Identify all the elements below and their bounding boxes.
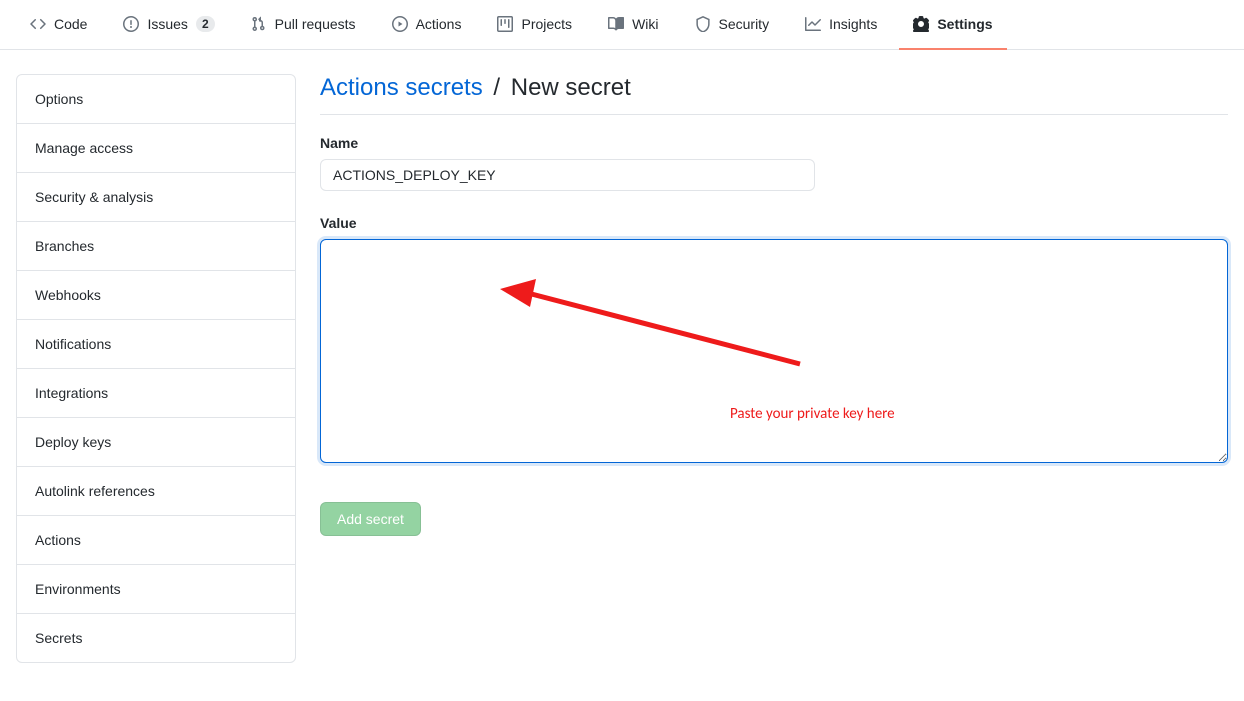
- tab-projects[interactable]: Projects: [483, 0, 586, 50]
- sidebar-item-options[interactable]: Options: [17, 75, 295, 124]
- book-icon: [608, 16, 624, 32]
- tab-label: Settings: [937, 16, 992, 32]
- tab-label: Security: [719, 16, 770, 32]
- tab-label: Insights: [829, 16, 877, 32]
- pull-request-icon: [251, 16, 267, 32]
- repo-tabnav: Code Issues 2 Pull requests Actions Proj…: [0, 0, 1244, 50]
- sidebar-item-label: Security & analysis: [35, 189, 153, 205]
- tab-security[interactable]: Security: [681, 0, 784, 50]
- sidebar-item-environments[interactable]: Environments: [17, 565, 295, 614]
- sidebar-item-label: Deploy keys: [35, 434, 111, 450]
- tab-label: Pull requests: [275, 16, 356, 32]
- graph-icon: [805, 16, 821, 32]
- sidebar-item-label: Manage access: [35, 140, 133, 156]
- sidebar-item-autolink-references[interactable]: Autolink references: [17, 467, 295, 516]
- sidebar-item-deploy-keys[interactable]: Deploy keys: [17, 418, 295, 467]
- shield-icon: [695, 16, 711, 32]
- tab-label: Projects: [521, 16, 572, 32]
- sidebar-item-label: Actions: [35, 532, 81, 548]
- page-title: Actions secrets / New secret: [320, 74, 1228, 115]
- secret-value-textarea[interactable]: [320, 239, 1228, 463]
- tab-label: Code: [54, 16, 87, 32]
- sidebar-item-actions[interactable]: Actions: [17, 516, 295, 565]
- issue-icon: [123, 16, 139, 32]
- tab-actions[interactable]: Actions: [378, 0, 476, 50]
- sidebar-item-label: Options: [35, 91, 83, 107]
- sidebar-item-webhooks[interactable]: Webhooks: [17, 271, 295, 320]
- settings-sidebar: Options Manage access Security & analysi…: [16, 74, 296, 663]
- add-secret-button[interactable]: Add secret: [320, 502, 421, 536]
- tab-code[interactable]: Code: [16, 0, 101, 50]
- breadcrumb-link[interactable]: Actions secrets: [320, 74, 483, 101]
- sidebar-item-manage-access[interactable]: Manage access: [17, 124, 295, 173]
- issues-count-badge: 2: [196, 16, 215, 32]
- tab-wiki[interactable]: Wiki: [594, 0, 672, 50]
- value-label: Value: [320, 215, 1228, 231]
- sidebar-item-branches[interactable]: Branches: [17, 222, 295, 271]
- sidebar-item-label: Notifications: [35, 336, 111, 352]
- sidebar-item-secrets[interactable]: Secrets: [17, 614, 295, 662]
- gear-icon: [913, 16, 929, 32]
- tab-label: Actions: [416, 16, 462, 32]
- project-icon: [497, 16, 513, 32]
- play-icon: [392, 16, 408, 32]
- sidebar-item-label: Webhooks: [35, 287, 101, 303]
- code-icon: [30, 16, 46, 32]
- name-label: Name: [320, 135, 1228, 151]
- tab-label: Wiki: [632, 16, 658, 32]
- sidebar-item-integrations[interactable]: Integrations: [17, 369, 295, 418]
- sidebar-item-security-analysis[interactable]: Security & analysis: [17, 173, 295, 222]
- textarea-wrap: Paste your private key here: [320, 239, 1228, 466]
- tab-insights[interactable]: Insights: [791, 0, 891, 50]
- tab-settings[interactable]: Settings: [899, 0, 1006, 50]
- main-content: Actions secrets / New secret Name Value …: [320, 74, 1228, 663]
- breadcrumb-separator: /: [489, 74, 504, 101]
- tab-pull-requests[interactable]: Pull requests: [237, 0, 370, 50]
- secret-name-input[interactable]: [320, 159, 815, 191]
- tab-label: Issues: [147, 16, 187, 32]
- form-group-value: Value Paste your private key here: [320, 215, 1228, 466]
- breadcrumb-current: New secret: [511, 74, 631, 101]
- tab-issues[interactable]: Issues 2: [109, 0, 228, 50]
- sidebar-item-label: Integrations: [35, 385, 108, 401]
- form-group-name: Name: [320, 135, 1228, 191]
- sidebar-item-notifications[interactable]: Notifications: [17, 320, 295, 369]
- sidebar-item-label: Secrets: [35, 630, 82, 646]
- sidebar-item-label: Autolink references: [35, 483, 155, 499]
- settings-container: Options Manage access Security & analysi…: [0, 50, 1244, 687]
- sidebar-item-label: Branches: [35, 238, 94, 254]
- sidebar-item-label: Environments: [35, 581, 121, 597]
